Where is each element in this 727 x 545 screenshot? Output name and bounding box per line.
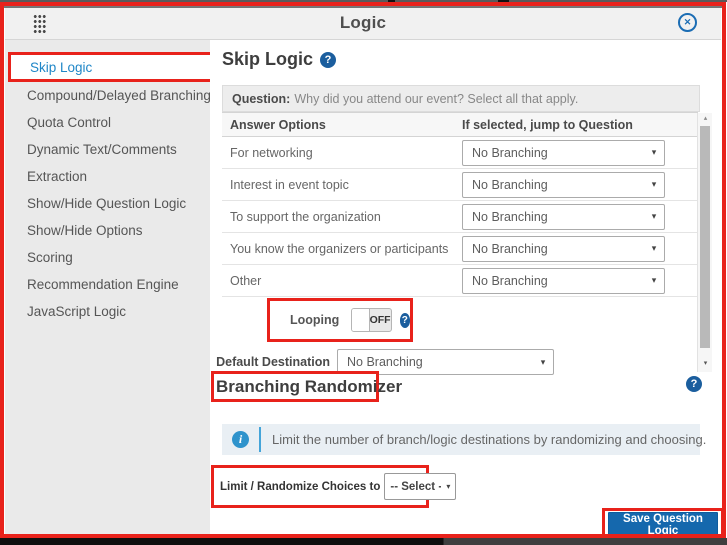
sidebar-item-recommendation-engine[interactable]: Recommendation Engine [5, 271, 210, 298]
toggle-knob [352, 309, 369, 331]
col-jump-to-question: If selected, jump to Question [462, 118, 633, 132]
jump-select-value: No Branching [463, 242, 644, 256]
jump-to-question-select[interactable]: No Branching▾ [462, 140, 665, 166]
page-behind-edge [0, 0, 727, 2]
chevron-down-icon: ▾ [644, 275, 664, 286]
looping-label: Looping [290, 313, 339, 327]
answer-option-label: Interest in event topic [222, 178, 462, 192]
chevron-down-icon: ▾ [644, 211, 664, 222]
sidebar-item-compound-delayed-branching[interactable]: Compound/Delayed Branching [5, 82, 210, 109]
toggle-state-label: OFF [370, 309, 391, 331]
modal-top-edge [4, 6, 723, 8]
scroll-up-icon[interactable]: ▴ [698, 113, 713, 125]
sidebar-item-show-hide-question-logic[interactable]: Show/Hide Question Logic [5, 190, 210, 217]
jump-to-question-select[interactable]: No Branching▾ [462, 204, 665, 230]
randomizer-heading: Branching Randomizer [214, 377, 402, 397]
answer-option-label: For networking [222, 146, 462, 160]
help-icon[interactable]: ? [686, 376, 702, 392]
help-icon[interactable]: ? [320, 52, 336, 68]
looping-toggle[interactable]: OFF [351, 308, 391, 332]
question-text: Why did you attend our event? Select all… [294, 92, 578, 106]
table-row: OtherNo Branching▾ [222, 265, 698, 297]
answer-option-label: Other [222, 274, 462, 288]
col-answer-options: Answer Options [222, 118, 462, 132]
page-behind-artifact [388, 0, 395, 4]
modal-title: Logic [5, 13, 721, 33]
info-divider [259, 427, 261, 452]
skip-logic-panel: Skip Logic? Question: Why did you attend… [210, 40, 722, 534]
randomizer-info-box: i Limit the number of branch/logic desti… [222, 424, 700, 455]
page-behind-artifact [498, 0, 509, 5]
logic-modal: Logic ✕ Skip LogicCompound/Delayed Branc… [0, 0, 727, 545]
table-row: Interest in event topicNo Branching▾ [222, 169, 698, 201]
options-table-header: Answer Options If selected, jump to Ques… [222, 112, 698, 137]
default-destination-value: No Branching [338, 355, 533, 369]
looping-annotation-box: Looping OFF ? [267, 298, 413, 342]
question-label: Question: [232, 92, 290, 106]
default-destination-label: Default Destination [210, 355, 330, 369]
chevron-down-icon: ▾ [441, 482, 455, 491]
sidebar-item-extraction[interactable]: Extraction [5, 163, 210, 190]
skip-logic-heading-text: Skip Logic [222, 49, 313, 69]
jump-to-question-select[interactable]: No Branching▾ [462, 236, 665, 262]
jump-select-value: No Branching [463, 274, 644, 288]
page-behind-bottom [0, 538, 727, 545]
save-question-logic-button[interactable]: Save Question Logic [608, 512, 718, 536]
chevron-down-icon: ▾ [644, 147, 664, 158]
sidebar-list: Skip LogicCompound/Delayed BranchingQuot… [5, 52, 210, 325]
answer-option-label: To support the organization [222, 210, 462, 224]
jump-to-question-select[interactable]: No Branching▾ [462, 268, 665, 294]
chevron-down-icon: ▾ [644, 179, 664, 190]
jump-to-question-select[interactable]: No Branching▾ [462, 172, 665, 198]
sidebar-item-scoring[interactable]: Scoring [5, 244, 210, 271]
limit-randomize-label: Limit / Randomize Choices to [220, 481, 380, 493]
sidebar-item-show-hide-options[interactable]: Show/Hide Options [5, 217, 210, 244]
question-summary: Question: Why did you attend our event? … [222, 85, 700, 112]
table-row: To support the organizationNo Branching▾ [222, 201, 698, 233]
limit-randomize-value: -- Select -- [385, 481, 441, 493]
sidebar-item-javascript-logic[interactable]: JavaScript Logic [5, 298, 210, 325]
options-table-body: For networkingNo Branching▾Interest in e… [222, 137, 698, 297]
sidebar-item-skip-logic[interactable]: Skip Logic [8, 52, 216, 82]
close-icon: ✕ [684, 17, 692, 28]
randomizer-heading-annotation-box: Branching Randomizer [211, 371, 379, 402]
randomizer-info-text: Limit the number of branch/logic destina… [272, 432, 706, 447]
chevron-down-icon: ▾ [533, 357, 553, 368]
sidebar-item-quota-control[interactable]: Quota Control [5, 109, 210, 136]
randomizer-help: ? [686, 376, 702, 394]
info-icon: i [232, 431, 249, 448]
table-row: For networkingNo Branching▾ [222, 137, 698, 169]
sidebar-item-dynamic-text-comments[interactable]: Dynamic Text/Comments [5, 136, 210, 163]
skip-logic-heading: Skip Logic? [222, 49, 336, 70]
logic-sidebar: Skip LogicCompound/Delayed BranchingQuot… [5, 40, 210, 534]
table-row: You know the organizers or participantsN… [222, 233, 698, 265]
jump-select-value: No Branching [463, 146, 644, 160]
limit-randomize-annotation-box: Limit / Randomize Choices to -- Select -… [211, 465, 429, 508]
answer-option-label: You know the organizers or participants [222, 242, 462, 256]
scrollbar-thumb[interactable] [700, 126, 710, 348]
table-scrollbar[interactable]: ▴ ▾ [697, 113, 712, 372]
scroll-down-icon[interactable]: ▾ [698, 358, 713, 370]
chevron-down-icon: ▾ [644, 243, 664, 254]
jump-select-value: No Branching [463, 178, 644, 192]
modal-titlebar: Logic ✕ [5, 7, 721, 40]
help-icon[interactable]: ? [400, 313, 410, 328]
jump-select-value: No Branching [463, 210, 644, 224]
save-annotation-box: Save Question Logic [602, 508, 724, 540]
limit-randomize-select[interactable]: -- Select -- ▾ [384, 473, 456, 500]
close-button[interactable]: ✕ [678, 13, 697, 32]
